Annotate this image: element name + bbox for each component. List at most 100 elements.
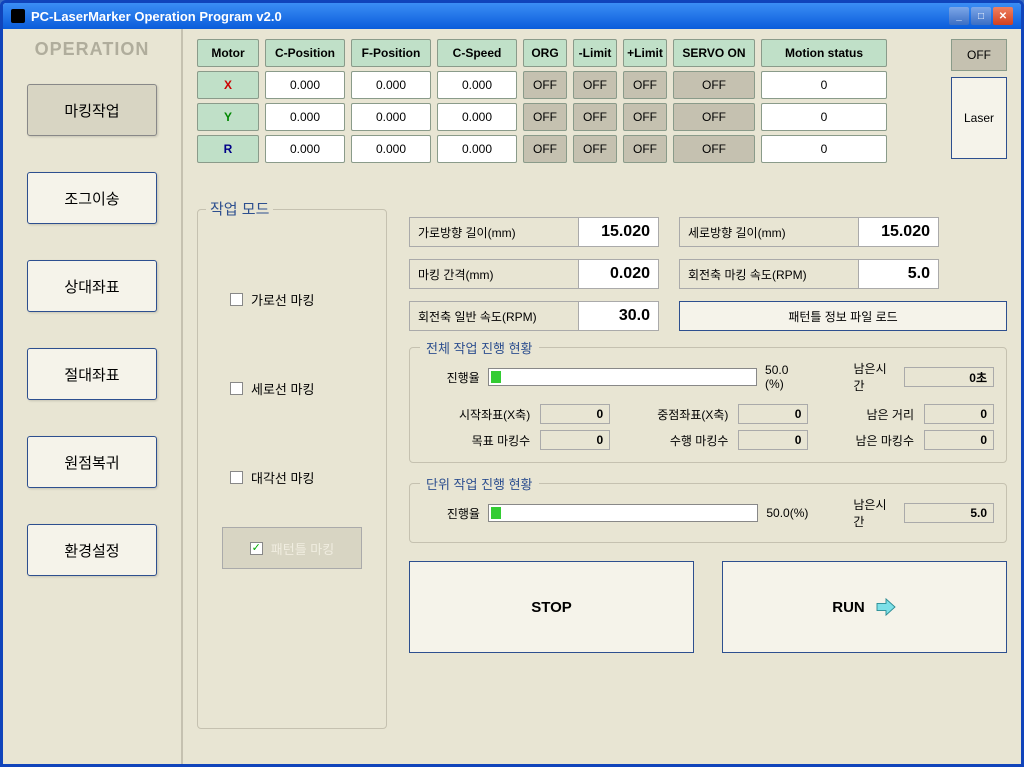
nav-label: 상대좌표 [64, 276, 119, 297]
x-plim[interactable]: OFF [623, 71, 667, 99]
unit-prog-label: 진행율 [422, 505, 480, 522]
nav-relative[interactable]: 상대좌표 [27, 260, 157, 312]
col-plim: +Limit [623, 39, 667, 67]
nav-absolute[interactable]: 절대좌표 [27, 348, 157, 400]
total-remain-value: 0초 [904, 367, 994, 387]
x-servo[interactable]: OFF [673, 71, 755, 99]
col-status: Motion status [761, 39, 887, 67]
axis-x: X [197, 71, 259, 99]
opt-label: 가로선 마킹 [251, 290, 314, 309]
motor-row-r: R 0.000 0.000 0.000 OFF OFF OFF OFF 0 [197, 135, 1007, 163]
x-nlim[interactable]: OFF [573, 71, 617, 99]
close-button[interactable]: ✕ [993, 7, 1013, 25]
r-cspeed: 0.000 [437, 135, 517, 163]
x-org[interactable]: OFF [523, 71, 567, 99]
x-status: 0 [761, 71, 887, 99]
y-servo[interactable]: OFF [673, 103, 755, 131]
opt-vertical[interactable]: 세로선 마킹 [230, 379, 376, 398]
r-fpos: 0.000 [351, 135, 431, 163]
y-plim[interactable]: OFF [623, 103, 667, 131]
axis-y: Y [197, 103, 259, 131]
load-pattern-button[interactable]: 패턴틀 정보 파일 로드 [679, 301, 1007, 331]
tm-value: 0 [540, 430, 610, 450]
checkbox-icon[interactable] [230, 471, 243, 484]
opt-label: 세로선 마킹 [251, 379, 314, 398]
checkbox-checked-icon[interactable] [250, 542, 263, 555]
run-button[interactable]: RUN [722, 561, 1007, 653]
motor-header-row: Motor C-Position F-Position C-Speed ORG … [197, 39, 1007, 67]
opt-horizontal[interactable]: 가로선 마킹 [230, 290, 376, 309]
col-nlim: -Limit [573, 39, 617, 67]
r-nlim[interactable]: OFF [573, 135, 617, 163]
sidebar: OPERATION 마킹작업 조그이송 상대좌표 절대좌표 원점복귀 환경설정 [3, 29, 183, 764]
opt-label: 대각선 마킹 [251, 468, 314, 487]
motor-row-y: Y 0.000 0.000 0.000 OFF OFF OFF OFF 0 [197, 103, 1007, 131]
unit-progress-bar [488, 504, 758, 522]
opt-diagonal[interactable]: 대각선 마킹 [230, 468, 376, 487]
opt-pattern[interactable]: 패턴틀 마킹 [222, 527, 362, 569]
rm-label: 남은 마킹수 [818, 432, 914, 449]
minimize-button[interactable]: _ [949, 7, 969, 25]
unit-remain-label: 남은시간 [853, 496, 896, 530]
total-progress-box: 전체 작업 진행 현황 진행율 50.0 (%) 남은시간 0초 시작좌표(X축… [409, 347, 1007, 463]
titlebar: PC-LaserMarker Operation Program v2.0 _ … [3, 3, 1021, 29]
sx-label: 시작좌표(X축) [422, 406, 530, 423]
nav-jog[interactable]: 조그이송 [27, 172, 157, 224]
checkbox-icon[interactable] [230, 382, 243, 395]
progress-fill [491, 371, 501, 383]
mx-label: 중점좌표(X축) [620, 406, 728, 423]
arrow-right-icon [875, 598, 897, 616]
tm-label: 목표 마킹수 [422, 432, 530, 449]
gap-label: 마킹 간격(mm) [409, 259, 579, 289]
nav-settings[interactable]: 환경설정 [27, 524, 157, 576]
total-title: 전체 작업 진행 현황 [420, 338, 539, 357]
unit-remain-value: 5.0 [904, 503, 994, 523]
nav-label: 환경설정 [64, 540, 119, 561]
stop-label: STOP [531, 599, 572, 616]
off-label: OFF [967, 48, 991, 62]
unit-title: 단위 작업 진행 현황 [420, 474, 539, 493]
rpm-mark-value[interactable]: 5.0 [859, 259, 939, 289]
stop-button[interactable]: STOP [409, 561, 694, 653]
y-cpos: 0.000 [265, 103, 345, 131]
col-cspeed: C-Speed [437, 39, 517, 67]
laser-button[interactable]: Laser [951, 77, 1007, 159]
y-cspeed: 0.000 [437, 103, 517, 131]
col-cpos: C-Position [265, 39, 345, 67]
nav-label: 조그이송 [64, 188, 119, 209]
nav-home[interactable]: 원점복귀 [27, 436, 157, 488]
nav-marking[interactable]: 마킹작업 [27, 84, 157, 136]
y-org[interactable]: OFF [523, 103, 567, 131]
hlen-label: 가로방향 길이(mm) [409, 217, 579, 247]
axis-r: R [197, 135, 259, 163]
r-plim[interactable]: OFF [623, 135, 667, 163]
workmode-title: 작업 모드 [206, 198, 273, 219]
rm-value: 0 [924, 430, 994, 450]
remain-label: 남은시간 [854, 360, 896, 394]
y-status: 0 [761, 103, 887, 131]
col-fpos: F-Position [351, 39, 431, 67]
r-status: 0 [761, 135, 887, 163]
vlen-value[interactable]: 15.020 [859, 217, 939, 247]
nav-label: 마킹작업 [64, 100, 119, 121]
r-org[interactable]: OFF [523, 135, 567, 163]
sidebar-title: OPERATION [15, 39, 169, 60]
maximize-button[interactable]: □ [971, 7, 991, 25]
y-nlim[interactable]: OFF [573, 103, 617, 131]
mx-value: 0 [738, 404, 808, 424]
load-label: 패턴틀 정보 파일 로드 [788, 308, 897, 325]
rpm-gen-value[interactable]: 30.0 [579, 301, 659, 331]
y-fpos: 0.000 [351, 103, 431, 131]
checkbox-icon[interactable] [230, 293, 243, 306]
x-fpos: 0.000 [351, 71, 431, 99]
motor-row-x: X 0.000 0.000 0.000 OFF OFF OFF OFF 0 [197, 71, 1007, 99]
rd-value: 0 [924, 404, 994, 424]
hlen-value[interactable]: 15.020 [579, 217, 659, 247]
app-icon [11, 9, 25, 23]
laser-label: Laser [964, 111, 994, 125]
power-off-button[interactable]: OFF [951, 39, 1007, 71]
gap-value[interactable]: 0.020 [579, 259, 659, 289]
r-servo[interactable]: OFF [673, 135, 755, 163]
col-servo: SERVO ON [673, 39, 755, 67]
total-pct: 50.0 (%) [765, 363, 809, 391]
